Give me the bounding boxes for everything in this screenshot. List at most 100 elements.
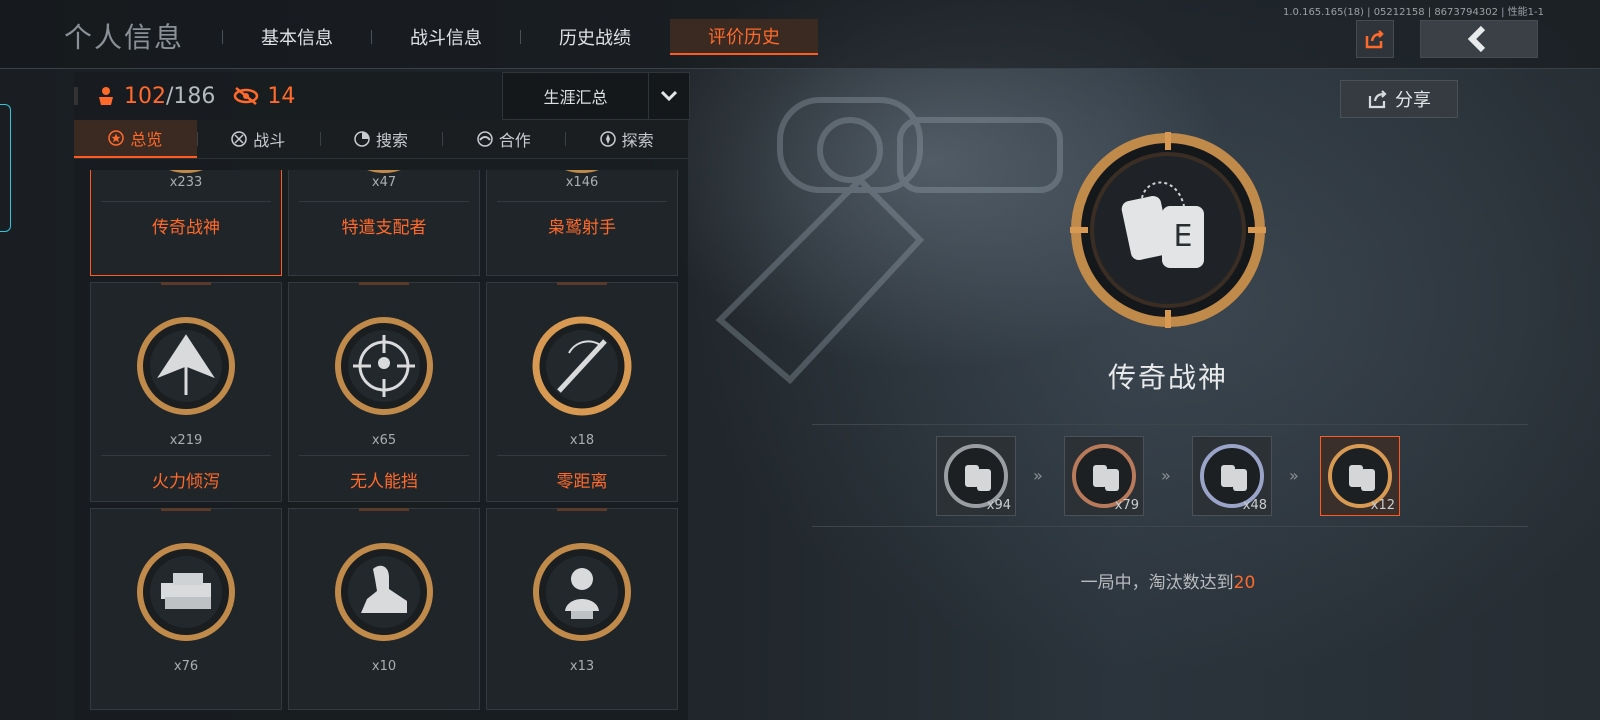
card-count: x146 xyxy=(565,175,599,190)
card-notch xyxy=(161,282,211,285)
card-count: x10 xyxy=(371,659,397,674)
category-tabs: 总览 战斗 搜索 合作 探索 xyxy=(74,120,688,159)
rating-card-wealth[interactable]: x76 xyxy=(90,508,282,710)
rifle-icon xyxy=(532,316,632,416)
card-count: x76 xyxy=(173,659,199,674)
left-edge-handle[interactable] xyxy=(0,104,11,232)
search-radar-icon xyxy=(354,131,370,147)
card-name: 无人能挡 xyxy=(350,472,418,492)
card-divider xyxy=(497,455,667,456)
card-notch xyxy=(557,282,607,285)
tier-count: x94 xyxy=(986,498,1011,513)
new-count: 14 xyxy=(267,83,296,109)
dropdown-selected: 生涯汇总 xyxy=(543,88,608,107)
description-value: 20 xyxy=(1233,573,1256,593)
rating-card-firepower[interactable]: x219 火力倾泻 xyxy=(90,282,282,502)
subtab-search[interactable]: 搜索 xyxy=(319,120,443,158)
rating-card-statue[interactable]: x13 xyxy=(486,508,678,710)
rating-card-sphinx[interactable]: x10 xyxy=(288,508,480,710)
subtab-cooperation[interactable]: 合作 xyxy=(442,120,565,158)
tab-match-history[interactable]: 历史战绩 xyxy=(559,24,631,50)
card-notch xyxy=(161,508,211,511)
card-divider xyxy=(101,201,271,202)
card-count: x47 xyxy=(371,175,397,190)
sphinx-icon xyxy=(335,543,433,641)
rating-card-legendary[interactable]: x233 传奇战神 xyxy=(90,170,282,276)
selected-rating-title: 传奇战神 xyxy=(1107,361,1228,394)
subtab-label: 合作 xyxy=(498,131,531,150)
chevron-right-icon: » xyxy=(1161,466,1171,485)
star-icon xyxy=(108,130,125,146)
export-icon xyxy=(1368,90,1387,109)
eye-slash-icon xyxy=(234,87,259,105)
detail-divider-bottom xyxy=(812,526,1528,527)
selected-rating-badge: E xyxy=(1070,132,1266,328)
stats-marker xyxy=(74,87,78,105)
detail-divider-top xyxy=(812,424,1528,425)
tier-count: x79 xyxy=(1114,498,1139,513)
version-text: 1.0.165.165(18) | 05212158 | 8673794302 … xyxy=(1283,7,1544,18)
share-top-button[interactable] xyxy=(1356,20,1394,58)
top-nav: 基本信息 战斗信息 历史战绩 评价历史 xyxy=(222,19,818,55)
total-count: /186 xyxy=(166,83,216,109)
tier-4[interactable]: x12 xyxy=(1320,436,1400,516)
card-count: x219 xyxy=(169,433,203,448)
stats-bar: 102/186 14 xyxy=(74,74,295,118)
card-name: 火力倾泻 xyxy=(152,472,220,492)
card-notch xyxy=(359,508,409,511)
card-count: x13 xyxy=(569,659,595,674)
chevron-down-icon xyxy=(648,73,689,119)
chevron-right-icon: » xyxy=(1033,466,1043,485)
rating-grid: x233 传奇战神 x47 特遣支配者 x146 枭鹫射手 x219 火力倾泻 … xyxy=(90,170,690,715)
tier-count: x12 xyxy=(1370,498,1395,513)
bust-statue-icon xyxy=(533,543,631,641)
tier-count: x48 xyxy=(1242,498,1267,513)
card-name: 传奇战神 xyxy=(152,218,220,238)
rating-card-sniper[interactable]: x146 枭鹫射手 xyxy=(486,170,678,276)
rating-card-unstoppable[interactable]: x65 无人能挡 xyxy=(288,282,480,502)
nav-divider xyxy=(222,30,223,44)
owned-count: 102 xyxy=(124,83,166,109)
back-button[interactable] xyxy=(1420,20,1538,58)
tab-basic-info[interactable]: 基本信息 xyxy=(261,24,333,50)
subtab-overview[interactable]: 总览 xyxy=(74,120,197,158)
subtab-label: 搜索 xyxy=(375,131,408,150)
export-icon xyxy=(1365,30,1384,49)
share-label: 分享 xyxy=(1395,90,1431,111)
card-count: x18 xyxy=(569,433,595,448)
subtab-label: 战斗 xyxy=(253,131,286,150)
card-divider xyxy=(101,455,271,456)
subtab-label: 总览 xyxy=(130,130,163,149)
tier-3[interactable]: x48 xyxy=(1192,436,1272,516)
compass-icon xyxy=(599,131,616,147)
crosshair-icon xyxy=(231,131,247,147)
rifle-background-art xyxy=(715,97,1063,385)
subtab-combat[interactable]: 战斗 xyxy=(196,120,320,158)
card-name: 特遣支配者 xyxy=(341,218,427,238)
subtab-explore[interactable]: 探索 xyxy=(565,120,688,158)
card-divider xyxy=(497,201,667,202)
chevron-left-icon xyxy=(1467,25,1486,53)
rating-card-point-blank[interactable]: x18 零距离 xyxy=(486,282,678,502)
tier-1[interactable]: x94 xyxy=(936,436,1016,516)
top-bar: 个人信息 基本信息 战斗信息 历史战绩 评价历史 1.0.165.165(18)… xyxy=(0,0,1600,69)
rating-card-dominator[interactable]: x47 特遣支配者 xyxy=(288,170,480,276)
career-summary-dropdown[interactable]: 生涯汇总 xyxy=(502,72,690,120)
card-count: x233 xyxy=(169,175,203,190)
card-name: 零距离 xyxy=(556,472,608,492)
nav-divider xyxy=(520,30,521,44)
handshake-icon xyxy=(477,131,493,147)
crosshair-target-icon xyxy=(335,317,433,415)
card-name: 枭鹫射手 xyxy=(548,218,616,238)
subtab-label: 探索 xyxy=(621,131,654,150)
card-notch xyxy=(557,508,607,511)
tier-2[interactable]: x79 xyxy=(1064,436,1144,516)
rating-description: 一局中，淘汰数达到20 xyxy=(1000,568,1336,593)
tab-battle-info[interactable]: 战斗信息 xyxy=(410,24,482,50)
chevron-up-icon xyxy=(137,317,235,415)
tab-rating-history[interactable]: 评价历史 xyxy=(670,19,818,55)
dog-tag-letter: E xyxy=(1174,219,1193,254)
card-notch xyxy=(359,282,409,285)
card-count: x65 xyxy=(371,433,397,448)
share-button[interactable]: 分享 xyxy=(1340,80,1458,118)
